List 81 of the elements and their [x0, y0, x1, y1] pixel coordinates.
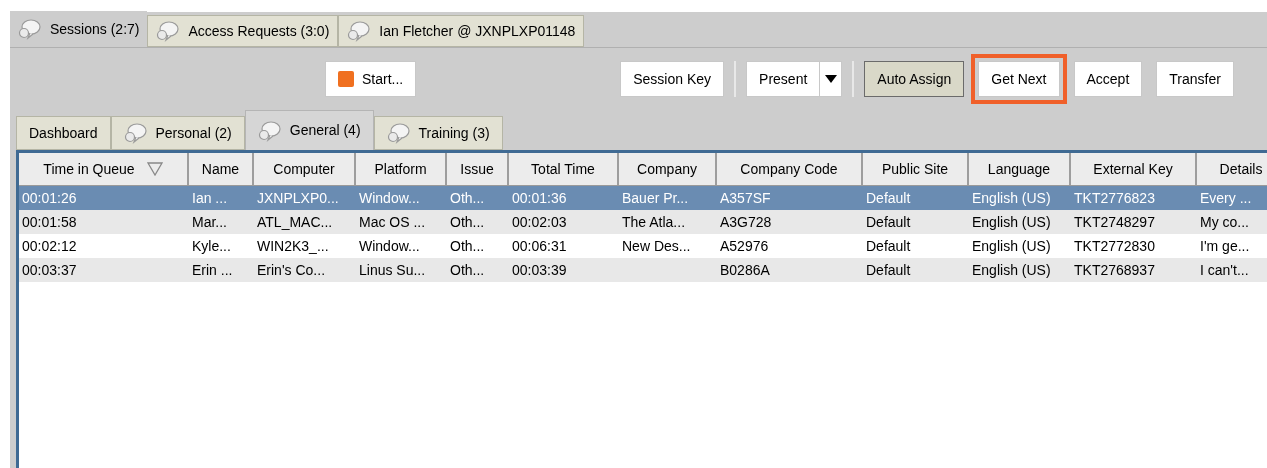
column-header[interactable]: Company [619, 153, 717, 185]
table-cell: 00:06:31 [512, 237, 567, 254]
table-row[interactable]: 00:01:58 Mar... ATL_MAC... Mac OS ... Oth... 00:02:03 The Atla... A3G728 Default English (US) TKT2748297 My co... [19, 210, 1267, 234]
queue-tab[interactable]: General (4) [244, 110, 374, 150]
chat-bubble-icon [156, 20, 181, 42]
caret-icon [824, 75, 837, 83]
table-cell: Bauer Pr... [622, 189, 689, 206]
table-cell: 00:01:36 [512, 189, 567, 206]
column-header[interactable]: Computer [254, 153, 356, 185]
queue-tab[interactable]: Training (3) [373, 116, 503, 150]
table-cell: Erin's Co... [257, 261, 326, 278]
table-cell: Ian ... [192, 189, 228, 206]
table-cell: Kyle... [192, 237, 231, 254]
table-cell: Every ... [1200, 189, 1252, 206]
table-cell: Window... [359, 237, 420, 254]
column-header[interactable]: Company Code [717, 153, 863, 185]
table-cell: TKT2768937 [1074, 261, 1155, 278]
table-row[interactable]: 00:01:26 Ian ... JXNPLXP0... Window... Oth... 00:01:36 Bauer Pr... A357SF Default English (US) TKT2776823 Every ... [19, 186, 1267, 210]
logo-icon [338, 71, 354, 87]
table-cell: Mar... [192, 213, 227, 230]
table-cell: Default [866, 189, 911, 206]
toolbar-button[interactable]: Auto Assign [864, 61, 965, 97]
table-cell: English (US) [972, 261, 1051, 278]
column-header[interactable]: Public Site [863, 153, 969, 185]
table-cell: Default [866, 237, 911, 254]
present-button[interactable]: Present [746, 61, 821, 97]
table-row[interactable]: 00:03:37 Erin ... Erin's Co... Linus Su... Oth... 00:03:39 B0286A Default English (US) TKT2768937 I can't... [19, 258, 1267, 282]
table-cell: Default [866, 213, 911, 230]
chat-bubble-icon [347, 20, 372, 42]
table-cell: Oth... [450, 261, 485, 278]
queue-tab[interactable]: Personal (2) [110, 116, 245, 150]
start-button[interactable]: Start... [325, 61, 417, 97]
table-cell: WIN2K3_... [257, 237, 329, 254]
chat-bubble-icon [18, 18, 42, 40]
column-header[interactable]: Total Time [509, 153, 619, 185]
table-cell: TKT2772830 [1074, 237, 1155, 254]
column-header[interactable]: External Key [1071, 153, 1197, 185]
column-header[interactable]: Issue [447, 153, 509, 185]
table-cell: JXNPLXP0... [257, 189, 339, 206]
table-cell: English (US) [972, 237, 1051, 254]
table-cell: 00:01:58 [22, 213, 77, 230]
session-tab[interactable]: Ian Fletcher @ JXNPLXP01148 [338, 15, 585, 47]
table-cell: Linus Su... [359, 261, 426, 278]
table-cell: 00:02:03 [512, 213, 567, 230]
table-cell: A52976 [720, 237, 769, 254]
table-cell: English (US) [972, 213, 1051, 230]
table-cell: English (US) [972, 189, 1051, 206]
column-header[interactable]: Platform [356, 153, 447, 185]
column-header[interactable]: Language [969, 153, 1071, 185]
table-cell: Mac OS ... [359, 213, 426, 230]
table-cell: Oth... [450, 237, 485, 254]
table-cell: 00:02:12 [22, 237, 77, 254]
table-cell: A3G728 [720, 213, 772, 230]
table-cell: I'm ge... [1200, 237, 1250, 254]
column-header[interactable]: Name [189, 153, 254, 185]
table-cell: Oth... [450, 213, 485, 230]
table-cell: 00:03:37 [22, 261, 77, 278]
table-cell: TKT2776823 [1074, 189, 1155, 206]
queue-tab[interactable]: Dashboard [16, 116, 111, 150]
table-cell: Default [866, 261, 911, 278]
dropdown-button[interactable] [820, 61, 843, 97]
session-tab[interactable]: Access Requests (3:0) [147, 15, 339, 47]
table-cell: TKT2748297 [1074, 213, 1155, 230]
toolbar-button[interactable]: Get Next [978, 61, 1060, 97]
table-cell: Oth... [450, 189, 485, 206]
table-cell: B0286A [720, 261, 770, 278]
table-cell: I can't... [1200, 261, 1249, 278]
table-cell: New Des... [622, 237, 691, 254]
toolbar-button[interactable]: Session Key [620, 61, 725, 97]
table-cell: A357SF [720, 189, 771, 206]
table-cell: 00:01:26 [22, 189, 77, 206]
toolbar-button[interactable]: Transfer [1156, 61, 1234, 97]
column-header[interactable]: Details [1197, 153, 1267, 185]
table-cell: The Atla... [622, 213, 686, 230]
table-cell: My co... [1200, 213, 1249, 230]
table-cell: ATL_MAC... [257, 213, 333, 230]
column-header[interactable]: Time in Queue [19, 153, 189, 185]
table-cell: Window... [359, 189, 420, 206]
table-cell: Erin ... [192, 261, 233, 278]
table-cell: 00:03:39 [512, 261, 567, 278]
toolbar-button[interactable]: Accept [1073, 61, 1143, 97]
